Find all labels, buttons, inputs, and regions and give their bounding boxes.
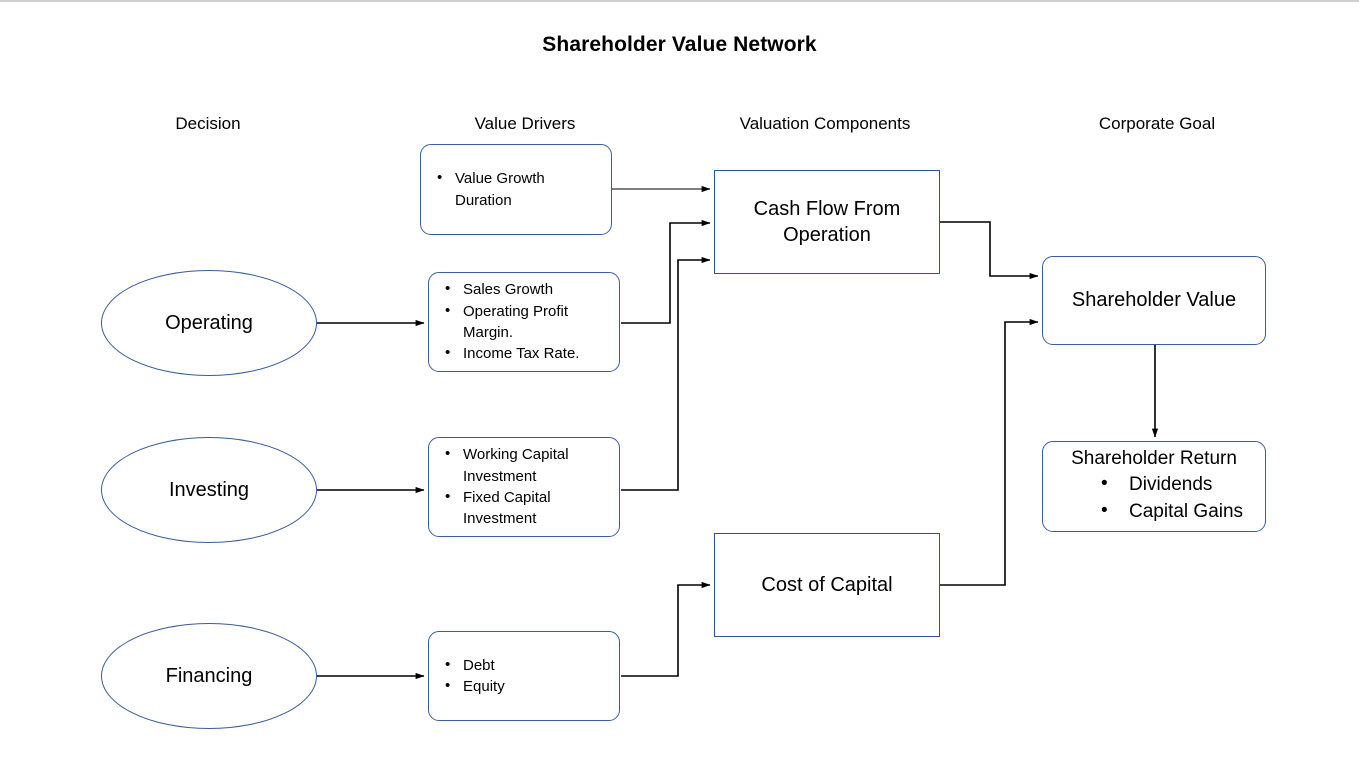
connector-cash-flow-to-shareholder-value (940, 221, 1039, 280)
valuation-box-cost-of-capital[interactable]: Cost of Capital (714, 533, 940, 637)
top-divider (0, 0, 1359, 2)
valuation-label-cash-flow: Cash Flow From Operation (753, 197, 901, 246)
list-item: Value Growth Duration (435, 167, 605, 211)
list-item: Capital Gains (1043, 498, 1265, 526)
decision-label-operating: Operating (165, 311, 253, 334)
list-item: Sales Growth (443, 278, 613, 300)
decision-node-investing[interactable]: Investing (101, 437, 317, 543)
list-item: Income Tax Rate. (443, 342, 613, 364)
page-title: Shareholder Value Network (542, 33, 817, 56)
value-driver-box-financing[interactable]: Debt Equity (428, 631, 620, 721)
list-item: Working Capital Investment (443, 443, 613, 487)
decision-label-financing: Financing (165, 664, 253, 687)
connector-sales-growth-to-cash-flow (621, 219, 711, 324)
goal-return-list: Dividends Capital Gains (1043, 471, 1265, 526)
goal-box-shareholder-value[interactable]: Shareholder Value (1042, 256, 1266, 345)
decision-label-investing: Investing (168, 478, 250, 501)
list-item: Fixed Capital Investment (443, 486, 613, 530)
goal-label-shareholder-value: Shareholder Value (1071, 289, 1237, 312)
valuation-label-cost-of-capital: Cost of Capital (761, 573, 893, 596)
list-item: Dividends (1043, 471, 1265, 499)
value-driver-list-financing: Debt Equity (429, 654, 619, 698)
diagram-canvas: Shareholder Value Network Decision Value… (0, 0, 1359, 773)
connector-cost-of-capital-to-shareholder-value (940, 318, 1039, 586)
value-driver-list-duration: Value Growth Duration (421, 167, 611, 211)
decision-node-operating[interactable]: Operating (101, 270, 317, 376)
connector-financing-drivers-to-cost-of-capital (621, 581, 711, 677)
goal-heading-shareholder-return: Shareholder Return (1071, 447, 1237, 469)
value-driver-box-duration[interactable]: Value Growth Duration (420, 144, 612, 235)
column-header-value-drivers: Value Drivers (474, 114, 576, 133)
goal-box-shareholder-return[interactable]: Shareholder Return Dividends Capital Gai… (1042, 441, 1266, 532)
connector-investment-to-cash-flow (621, 256, 711, 491)
column-header-corporate-goal: Corporate Goal (1098, 114, 1216, 133)
value-driver-box-investing[interactable]: Working Capital Investment Fixed Capital… (428, 437, 620, 537)
list-item: Operating Profit Margin. (443, 300, 613, 344)
column-header-valuation-components: Valuation Components (739, 114, 911, 133)
value-driver-list-operating: Sales Growth Operating Profit Margin. In… (429, 278, 619, 364)
list-item: Debt (443, 654, 613, 676)
value-driver-box-operating[interactable]: Sales Growth Operating Profit Margin. In… (428, 272, 620, 372)
column-header-decision: Decision (175, 114, 241, 133)
decision-node-financing[interactable]: Financing (101, 623, 317, 729)
valuation-box-cash-flow[interactable]: Cash Flow From Operation (714, 170, 940, 274)
value-driver-list-investing: Working Capital Investment Fixed Capital… (429, 443, 619, 530)
list-item: Equity (443, 675, 613, 697)
